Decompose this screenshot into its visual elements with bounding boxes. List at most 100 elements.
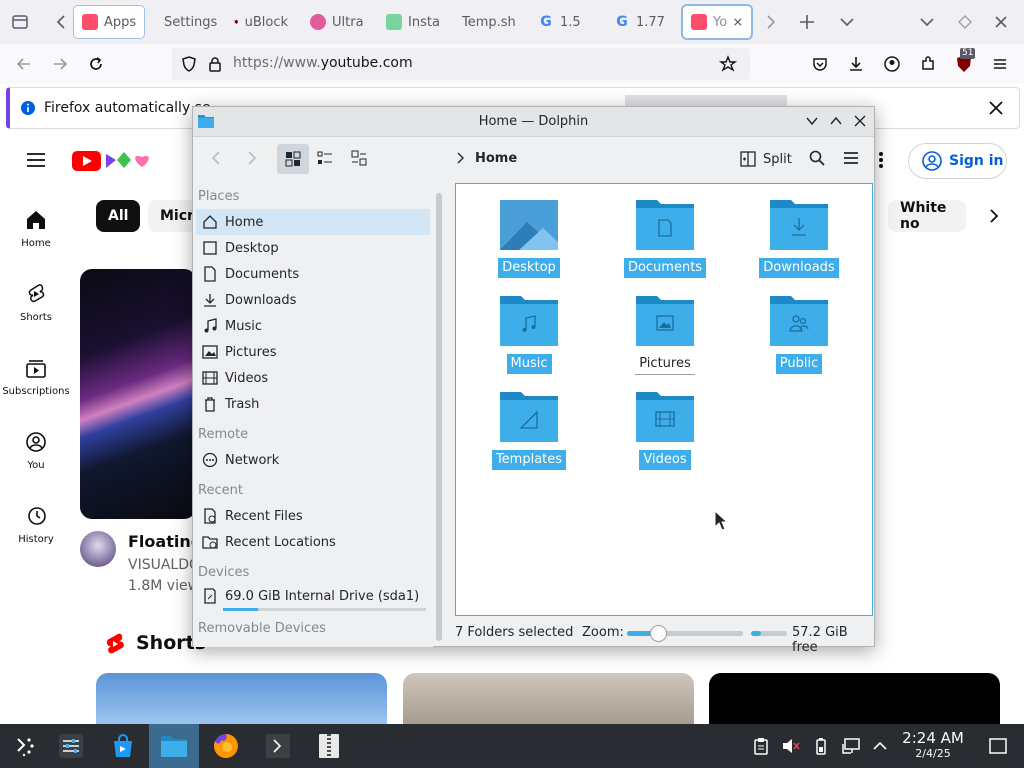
ublock-extension-icon[interactable]: 51 bbox=[954, 48, 978, 76]
folder-templates[interactable]: Templates bbox=[464, 390, 594, 470]
discover-task[interactable] bbox=[98, 724, 148, 768]
yt-nav-shorts[interactable]: Shorts bbox=[0, 282, 72, 323]
zoom-slider[interactable] bbox=[627, 625, 743, 642]
ark-task[interactable] bbox=[304, 724, 354, 768]
close-notification-icon[interactable] bbox=[987, 99, 1005, 117]
app-menu-icon[interactable] bbox=[990, 54, 1010, 74]
split-button[interactable]: Split bbox=[739, 147, 792, 171]
battery-icon[interactable] bbox=[811, 736, 831, 756]
chip-all[interactable]: All bbox=[96, 200, 141, 232]
breadcrumb-home[interactable]: Home bbox=[475, 151, 517, 166]
forward-button[interactable] bbox=[237, 144, 265, 172]
channel-name[interactable]: VISUALDC bbox=[128, 557, 199, 573]
place-videos[interactable]: Videos bbox=[196, 365, 430, 391]
network-wired-icon[interactable] bbox=[841, 736, 861, 756]
chips-next-icon[interactable] bbox=[984, 206, 1004, 226]
short-thumbnail[interactable] bbox=[403, 673, 694, 724]
search-button[interactable] bbox=[803, 144, 831, 172]
video-thumbnail[interactable] bbox=[80, 269, 196, 519]
volume-muted-icon[interactable] bbox=[781, 736, 801, 756]
tab-apps[interactable]: Apps bbox=[74, 6, 144, 38]
places-scrollbar[interactable] bbox=[436, 193, 442, 641]
place-internal-drive[interactable]: 69.0 GiB Internal Drive (sda1) bbox=[196, 585, 430, 607]
tab-ultra[interactable]: Ultra bbox=[302, 6, 372, 38]
place-music[interactable]: Music bbox=[196, 313, 430, 339]
short-thumbnail[interactable] bbox=[709, 673, 1000, 724]
clipboard-icon[interactable] bbox=[751, 736, 771, 756]
firefox-task[interactable] bbox=[201, 724, 251, 768]
tracking-protection-icon[interactable] bbox=[180, 55, 198, 73]
tab-list-icon[interactable] bbox=[10, 12, 30, 32]
new-tab-icon[interactable] bbox=[797, 12, 817, 32]
folder-documents[interactable]: Documents bbox=[600, 198, 730, 278]
maximize-icon[interactable] bbox=[829, 114, 843, 128]
extensions-icon[interactable] bbox=[918, 54, 938, 74]
system-settings-task[interactable] bbox=[46, 724, 96, 768]
yt-menu-icon[interactable] bbox=[26, 150, 46, 170]
tab-temp-sh[interactable]: Temp.sh bbox=[454, 6, 524, 38]
downloads-icon[interactable] bbox=[846, 54, 866, 74]
youtube-logo-icon[interactable] bbox=[72, 150, 158, 172]
pocket-icon[interactable] bbox=[810, 54, 830, 74]
folder-videos[interactable]: Videos bbox=[600, 390, 730, 470]
compact-view-button[interactable] bbox=[311, 144, 339, 172]
dolphin-task[interactable] bbox=[149, 724, 199, 768]
yt-nav-home[interactable]: Home bbox=[0, 208, 72, 249]
close-tab-icon[interactable] bbox=[733, 16, 743, 28]
lock-icon[interactable] bbox=[206, 55, 224, 73]
folder-desktop[interactable]: Desktop bbox=[464, 198, 594, 278]
tab-ublock[interactable]: uBlock bbox=[226, 6, 296, 38]
close-window-icon[interactable] bbox=[991, 12, 1011, 32]
show-desktop-icon[interactable] bbox=[988, 736, 1008, 756]
place-recent-files[interactable]: Recent Files bbox=[196, 503, 430, 529]
tabs-scroll-left-icon[interactable] bbox=[52, 12, 72, 32]
konsole-task[interactable] bbox=[253, 724, 303, 768]
hamburger-menu-button[interactable] bbox=[837, 144, 865, 172]
app-launcher-button[interactable] bbox=[0, 724, 50, 768]
window-titlebar[interactable]: Home — Dolphin bbox=[193, 107, 874, 137]
place-desktop[interactable]: Desktop bbox=[196, 235, 430, 261]
folder-downloads[interactable]: Downloads bbox=[734, 198, 864, 278]
place-network[interactable]: Network bbox=[196, 447, 430, 473]
yt-more-icon[interactable] bbox=[878, 150, 884, 170]
list-all-tabs-icon[interactable] bbox=[837, 12, 857, 32]
tab-google-2[interactable]: G 1.77 bbox=[606, 6, 676, 38]
tab-youtube[interactable]: YouTube bbox=[683, 6, 751, 38]
back-icon[interactable] bbox=[14, 54, 34, 74]
account-icon[interactable] bbox=[882, 54, 902, 74]
folder-pictures[interactable]: Pictures bbox=[600, 294, 730, 375]
file-view[interactable]: Desktop Documents Downloads Music Pictur… bbox=[455, 183, 873, 616]
short-thumbnail[interactable] bbox=[96, 673, 387, 724]
folder-public[interactable]: Public bbox=[734, 294, 864, 374]
show-hidden-icons-icon[interactable] bbox=[870, 736, 890, 756]
icons-view-button[interactable] bbox=[277, 144, 309, 174]
details-view-button[interactable] bbox=[345, 144, 373, 172]
minimize-icon[interactable] bbox=[805, 114, 819, 128]
clock[interactable]: 2:24 AM 2/4/25 bbox=[898, 729, 968, 760]
tabs-scroll-right-icon[interactable] bbox=[760, 12, 780, 32]
forward-icon[interactable] bbox=[50, 54, 70, 74]
close-icon[interactable] bbox=[853, 114, 867, 128]
reload-icon[interactable] bbox=[86, 54, 106, 74]
place-documents[interactable]: Documents bbox=[196, 261, 430, 287]
chip-white-noise[interactable]: White no bbox=[888, 200, 966, 232]
tab-insta[interactable]: Insta bbox=[378, 6, 448, 38]
place-recent-locations[interactable]: Recent Locations bbox=[196, 529, 430, 555]
bookmark-star-icon[interactable] bbox=[718, 54, 738, 74]
yt-nav-history[interactable]: History bbox=[0, 504, 72, 545]
channel-avatar[interactable] bbox=[80, 531, 116, 567]
minimize-window-icon[interactable] bbox=[917, 12, 937, 32]
place-pictures[interactable]: Pictures bbox=[196, 339, 430, 365]
zoom-slider-handle[interactable] bbox=[650, 625, 668, 642]
back-button[interactable] bbox=[203, 144, 231, 172]
maximize-window-icon[interactable] bbox=[955, 12, 975, 32]
yt-nav-subscriptions[interactable]: Subscriptions bbox=[0, 356, 72, 397]
yt-nav-you[interactable]: You bbox=[0, 430, 72, 471]
folder-music[interactable]: Music bbox=[464, 294, 594, 374]
sign-in-button[interactable]: Sign in bbox=[908, 143, 1007, 179]
place-trash[interactable]: Trash bbox=[196, 391, 430, 417]
place-downloads[interactable]: Downloads bbox=[196, 287, 430, 313]
tab-google-1[interactable]: G 1.5 bbox=[530, 6, 600, 38]
place-home[interactable]: Home bbox=[196, 209, 430, 235]
tab-settings[interactable]: Settings bbox=[150, 6, 220, 38]
